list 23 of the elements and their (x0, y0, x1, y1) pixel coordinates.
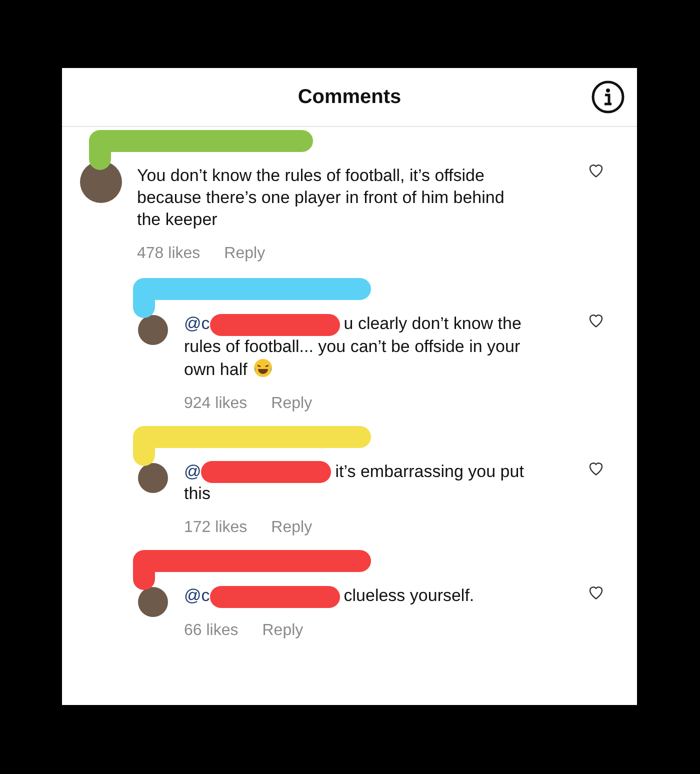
mention-text[interactable]: @ (184, 462, 202, 481)
likes-count[interactable]: 66 likes (184, 622, 238, 640)
likes-count[interactable]: 924 likes (184, 394, 248, 413)
comment-text: clueless yourself. (344, 586, 474, 606)
avatar[interactable] (138, 315, 168, 345)
reply-button[interactable]: Reply (224, 245, 266, 263)
mention-text[interactable]: @c (184, 586, 210, 606)
mention-text[interactable]: @c (184, 314, 210, 333)
comment-text: u clearly don’t know the (344, 314, 522, 333)
avatar[interactable] (138, 587, 168, 618)
comment-text: You don’t know the rules of football, it’s offside because there’s one player in front of him behind the keeper (137, 166, 504, 229)
comment-text: rules of football... you can’t be offside in your own half (184, 336, 520, 379)
screen-title: Comments (298, 86, 402, 108)
likes-count[interactable]: 172 likes (184, 519, 248, 538)
reply-button[interactable]: Reply (262, 622, 304, 640)
comment-text: this (184, 484, 210, 504)
comment-text: it’s embarrassing you put (335, 462, 524, 481)
reply-button[interactable]: Reply (271, 394, 312, 413)
info-icon[interactable] (591, 80, 625, 114)
likes-count[interactable]: 478 likes (137, 245, 200, 263)
reply-button[interactable]: Reply (271, 519, 312, 538)
avatar[interactable] (138, 462, 168, 493)
avatar[interactable] (80, 161, 122, 203)
